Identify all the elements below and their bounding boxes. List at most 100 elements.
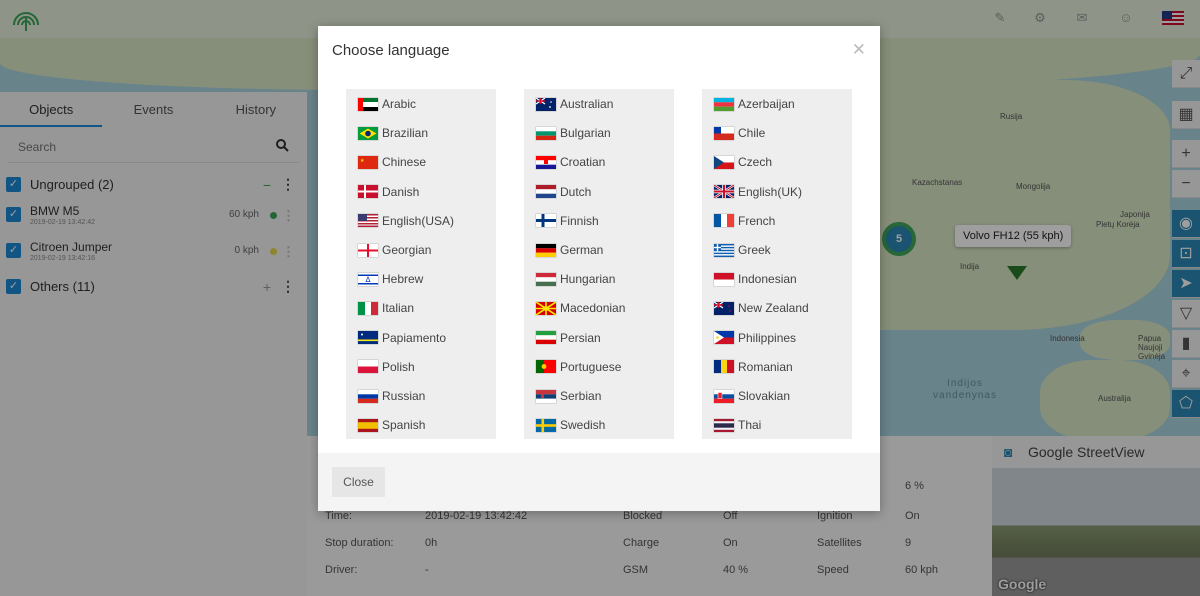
language-option[interactable]: Italian	[358, 299, 414, 317]
language-option[interactable]: Azerbaijan	[714, 95, 795, 113]
language-label: Spanish	[382, 418, 426, 433]
language-option[interactable]: Croatian	[536, 153, 605, 171]
language-option[interactable]: Bulgarian	[536, 124, 611, 142]
language-label: Chile	[738, 126, 766, 141]
flag-bg-icon	[536, 126, 556, 140]
flag-dk-icon	[358, 185, 378, 199]
flag-mk-icon	[536, 301, 556, 315]
language-label: Finnish	[560, 213, 599, 228]
flag-th-icon	[714, 418, 734, 432]
flag-il-icon	[358, 272, 378, 286]
flag-ir-icon	[536, 331, 556, 345]
language-option[interactable]: Greek	[714, 241, 771, 259]
close-button[interactable]: Close	[332, 467, 385, 497]
language-label: Indonesian	[738, 272, 797, 287]
flag-gr-icon	[714, 243, 734, 257]
flag-pl-icon	[358, 360, 378, 374]
language-label: English(UK)	[738, 184, 803, 199]
dialog-footer: Close	[318, 453, 880, 511]
language-column: Arabic Brazilian ★ Chinese Danish English(USA…	[346, 89, 496, 439]
language-option[interactable]: Brazilian	[358, 124, 428, 142]
language-label: Italian	[382, 301, 415, 316]
language-option[interactable]: Danish	[358, 183, 419, 201]
flag-hu-icon	[536, 272, 556, 286]
language-option[interactable]: Portuguese	[536, 358, 621, 376]
language-label: Bulgarian	[560, 126, 611, 141]
flag-ae-icon	[358, 97, 378, 111]
language-label: Arabic	[382, 97, 417, 111]
language-option[interactable]: Chile	[714, 124, 765, 142]
language-label: German	[560, 243, 604, 257]
language-option[interactable]: Philippines	[714, 329, 796, 347]
flag-nl-icon	[536, 185, 556, 199]
language-column: Azerbaijan Chile Czech English(UK) French Gre…	[702, 89, 852, 439]
language-label: Hungarian	[560, 272, 616, 287]
language-option[interactable]: Russian	[358, 387, 425, 405]
flag-cz-icon	[714, 155, 734, 169]
language-dialog: Choose language ✕ Arabic Brazilian ★ Chines…	[318, 26, 880, 511]
language-option[interactable]: Persian	[536, 329, 601, 347]
language-label: French	[738, 213, 776, 228]
close-icon[interactable]: ✕	[852, 40, 866, 60]
language-option[interactable]: Georgian	[358, 241, 431, 259]
flag-de-icon	[536, 243, 556, 257]
svg-text:★: ★	[360, 158, 365, 164]
language-option[interactable]: Dutch	[536, 183, 591, 201]
flag-ge-icon	[358, 243, 378, 257]
language-label: Chinese	[382, 155, 427, 170]
flag-az-icon	[714, 97, 734, 111]
flag-hr-icon	[536, 155, 556, 169]
flag-ro-icon	[714, 360, 734, 374]
language-option[interactable]: Macedonian	[536, 299, 625, 317]
language-label: Dutch	[560, 184, 592, 199]
language-option[interactable]: Papiamento	[358, 329, 446, 347]
language-option[interactable]: German	[536, 241, 603, 259]
language-option[interactable]: Spanish	[358, 416, 425, 434]
language-option[interactable]: Hungarian	[536, 270, 615, 288]
flag-au-icon	[536, 97, 556, 111]
flag-gb-icon	[714, 185, 734, 199]
language-option[interactable]: Polish	[358, 358, 415, 376]
language-option[interactable]: Arabic	[358, 95, 416, 113]
flag-cn-icon: ★	[358, 155, 378, 169]
language-option[interactable]: English(USA)	[358, 212, 454, 230]
flag-it-icon	[358, 301, 378, 315]
language-option[interactable]: French	[714, 212, 775, 230]
language-label: Thai	[738, 418, 762, 433]
language-label: Hebrew	[382, 272, 424, 287]
language-label: Danish	[382, 184, 420, 199]
language-option[interactable]: Thai	[714, 416, 761, 434]
flag-fi-icon	[536, 214, 556, 228]
language-label: Persian	[560, 330, 601, 345]
language-option[interactable]: Australian	[536, 95, 613, 113]
flag-ph-icon	[714, 331, 734, 345]
language-label: Greek	[738, 243, 771, 257]
language-label: Swedish	[560, 418, 606, 433]
language-label: New Zealand	[738, 301, 809, 316]
language-option[interactable]: Indonesian	[714, 270, 797, 288]
language-option[interactable]: Hebrew	[358, 270, 423, 288]
language-label: Serbian	[560, 389, 602, 403]
language-option[interactable]: ★ Chinese	[358, 153, 426, 171]
language-option[interactable]: New Zealand	[714, 299, 809, 317]
flag-us-icon	[358, 214, 378, 228]
language-label: Russian	[382, 389, 426, 403]
language-option[interactable]: English(UK)	[714, 183, 802, 201]
flag-sk-icon	[714, 389, 734, 403]
language-option[interactable]: Romanian	[714, 358, 793, 376]
language-label: Slovakian	[738, 389, 791, 403]
flag-cl-icon	[714, 126, 734, 140]
flag-es-icon	[358, 418, 378, 432]
flag-se-icon	[536, 418, 556, 432]
dialog-title: Choose language	[332, 42, 450, 59]
language-option[interactable]: Finnish	[536, 212, 599, 230]
language-option[interactable]: Serbian	[536, 387, 601, 405]
language-label: Brazilian	[382, 126, 429, 141]
flag-pt-icon	[536, 360, 556, 374]
language-label: Philippines	[738, 330, 797, 345]
language-label: Polish	[382, 359, 415, 374]
language-label: Portuguese	[560, 359, 622, 374]
language-option[interactable]: Czech	[714, 153, 772, 171]
language-option[interactable]: Slovakian	[714, 387, 790, 405]
language-option[interactable]: Swedish	[536, 416, 605, 434]
